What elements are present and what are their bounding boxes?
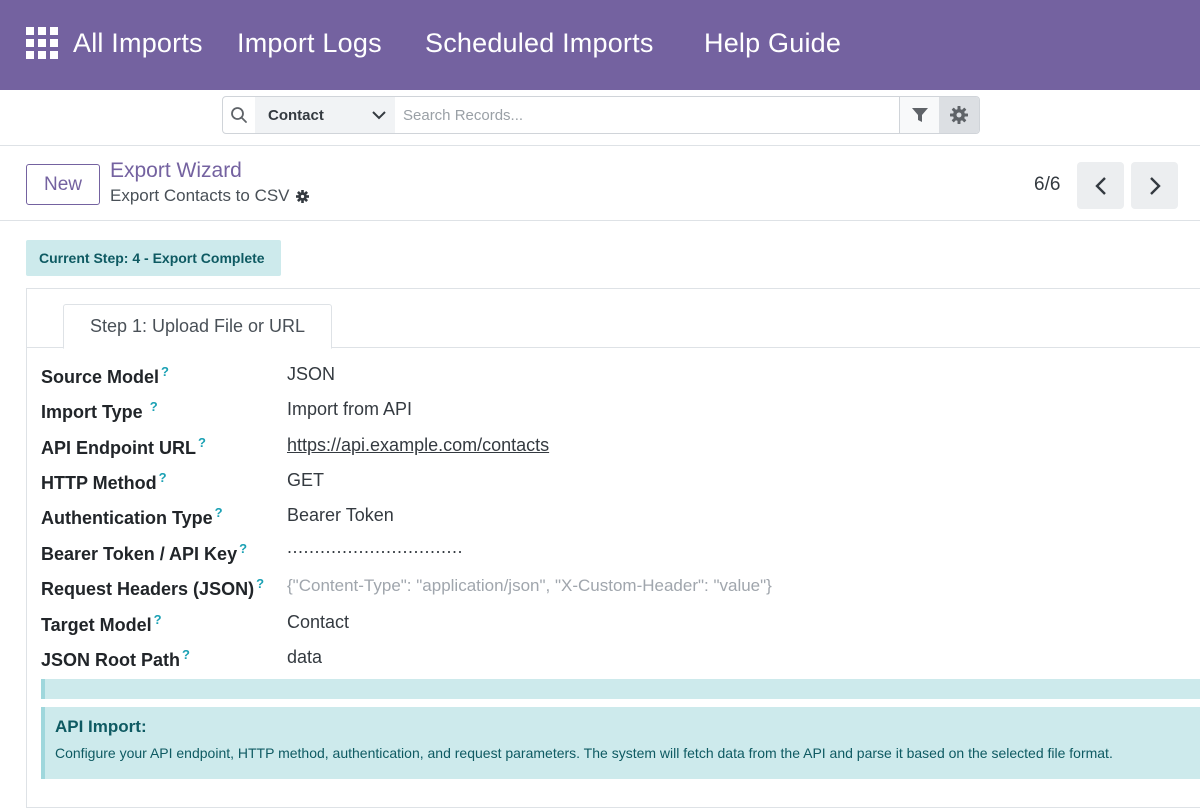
field-import-type: Import Type ? Import from API xyxy=(41,399,1200,429)
chevron-left-icon xyxy=(1094,176,1106,195)
nav-item-scheduled-imports[interactable]: Scheduled Imports xyxy=(425,28,654,59)
nav-item-help-guide[interactable]: Help Guide xyxy=(704,28,841,59)
help-tooltip-icon[interactable]: ? xyxy=(215,505,223,520)
field-label: Bearer Token / API Key? xyxy=(41,541,248,564)
alert-text: Configure your API endpoint, HTTP method… xyxy=(55,745,1113,761)
apps-grid-icon[interactable] xyxy=(26,27,58,59)
help-tooltip-icon[interactable]: ? xyxy=(239,541,247,556)
field-value[interactable]: Import from API xyxy=(287,399,412,420)
help-tooltip-icon[interactable]: ? xyxy=(182,647,190,662)
status-badge: Current Step: 4 - Export Complete xyxy=(26,240,281,276)
help-tooltip-icon[interactable]: ? xyxy=(256,576,264,591)
alert-title: API Import: xyxy=(55,717,147,736)
gear-icon xyxy=(950,106,968,124)
chevron-down-icon xyxy=(372,111,386,120)
field-request-headers: Request Headers (JSON)? {"Content-Type":… xyxy=(41,576,1200,606)
tab-step-1[interactable]: Step 1: Upload File or URL xyxy=(63,304,332,349)
filter-button[interactable] xyxy=(899,97,939,133)
search-settings-button[interactable] xyxy=(939,97,979,133)
search-box: Contact xyxy=(222,96,980,134)
field-target-model: Target Model? Contact xyxy=(41,612,1200,642)
model-select[interactable]: Contact xyxy=(255,97,395,133)
field-label: Target Model? xyxy=(41,612,162,635)
breadcrumb[interactable]: Export Wizard xyxy=(110,159,242,183)
info-divider-bar xyxy=(41,679,1200,699)
help-tooltip-icon[interactable]: ? xyxy=(161,364,169,379)
field-value[interactable]: Contact xyxy=(287,612,349,633)
field-json-root-path: JSON Root Path? data xyxy=(41,647,1200,677)
help-tooltip-icon[interactable]: ? xyxy=(154,612,162,627)
record-title-text: Export Contacts to CSV xyxy=(110,186,290,205)
filter-icon xyxy=(911,108,928,122)
help-tooltip-icon[interactable]: ? xyxy=(150,399,158,414)
request-headers-field[interactable]: {"Content-Type": "application/json", "X-… xyxy=(287,576,772,596)
info-alert: API Import: Configure your API endpoint,… xyxy=(41,707,1200,779)
field-label: Source Model? xyxy=(41,364,169,387)
field-label: Request Headers (JSON)? xyxy=(41,576,265,599)
nav-item-all-imports[interactable]: All Imports xyxy=(73,28,203,59)
field-value[interactable]: data xyxy=(287,647,322,668)
pager-value: 6/6 xyxy=(1034,174,1061,195)
field-authentication-type: Authentication Type? Bearer Token xyxy=(41,505,1200,535)
pager-previous-button[interactable] xyxy=(1077,162,1124,209)
field-value[interactable]: JSON xyxy=(287,364,335,385)
nav-item-import-logs[interactable]: Import Logs xyxy=(237,28,382,59)
field-http-method: HTTP Method? GET xyxy=(41,470,1200,500)
record-title: Export Contacts to CSV xyxy=(110,186,309,206)
top-navbar: All Imports Import Logs Scheduled Import… xyxy=(0,0,1200,90)
search-row: Contact xyxy=(0,90,1200,146)
api-endpoint-link[interactable]: https://api.example.com/contacts xyxy=(287,435,549,456)
field-label: API Endpoint URL? xyxy=(41,435,206,458)
new-button[interactable]: New xyxy=(26,164,100,205)
form-sheet: Step 1: Upload File or URL Source Model?… xyxy=(26,288,1200,808)
search-input[interactable] xyxy=(395,97,899,133)
field-label: Import Type ? xyxy=(41,399,158,422)
search-icon[interactable] xyxy=(223,97,255,133)
chevron-right-icon xyxy=(1149,176,1161,195)
field-label: HTTP Method? xyxy=(41,470,167,493)
control-panel: New Export Wizard Export Contacts to CSV… xyxy=(0,146,1200,221)
help-tooltip-icon[interactable]: ? xyxy=(198,435,206,450)
gear-icon[interactable] xyxy=(295,189,309,203)
field-api-endpoint-url: API Endpoint URL? https://api.example.co… xyxy=(41,435,1200,465)
field-source-model: Source Model? JSON xyxy=(41,364,1200,394)
pager-next-button[interactable] xyxy=(1131,162,1178,209)
field-value[interactable]: Bearer Token xyxy=(287,505,394,526)
field-bearer-token: Bearer Token / API Key? ................… xyxy=(41,537,1200,571)
field-label: Authentication Type? xyxy=(41,505,223,528)
model-select-value: Contact xyxy=(268,106,324,124)
field-label: JSON Root Path? xyxy=(41,647,190,670)
password-field[interactable]: ................................ xyxy=(287,537,463,558)
field-value[interactable]: GET xyxy=(287,470,324,491)
help-tooltip-icon[interactable]: ? xyxy=(159,470,167,485)
